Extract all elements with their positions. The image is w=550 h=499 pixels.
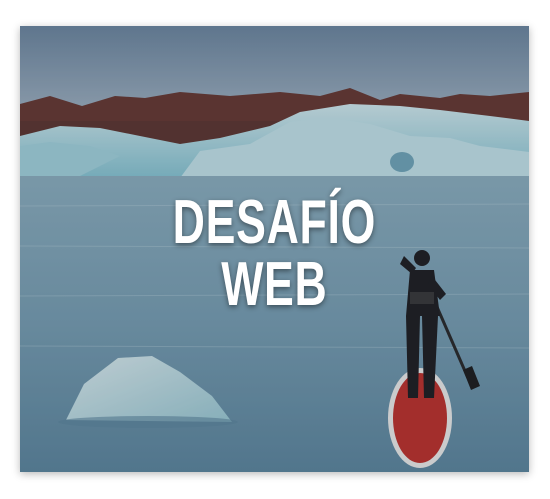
card-title: DESAFÍO WEB <box>91 192 457 316</box>
promo-card[interactable]: DESAFÍO WEB <box>20 26 529 472</box>
title-line-2: WEB <box>221 250 328 319</box>
title-line-1: DESAFÍO <box>172 188 377 257</box>
